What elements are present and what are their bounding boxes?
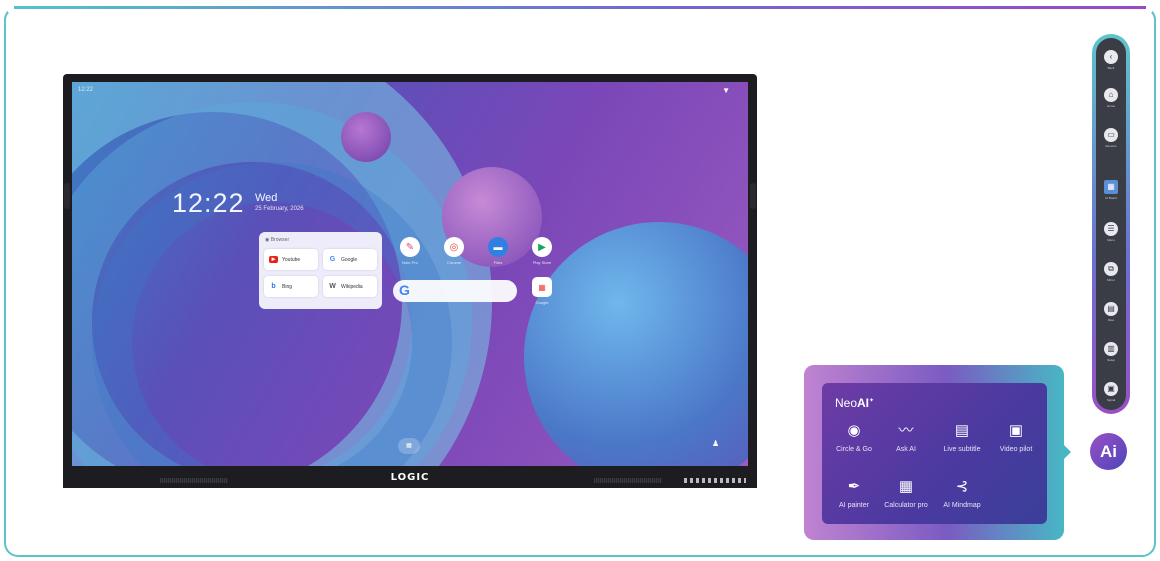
- setup-icon: ▥: [1104, 342, 1118, 356]
- toolbar-menu[interactable]: ☰ Menu: [1099, 222, 1123, 242]
- app-label: Chrome: [446, 260, 462, 265]
- neoai-title: NeoAI✦: [835, 396, 875, 410]
- toolbar-mirror[interactable]: ⧉ Mirror: [1099, 262, 1123, 282]
- app-label: Files: [493, 260, 503, 265]
- tool-ai-painter[interactable]: ✒ AI painter: [824, 478, 884, 509]
- app-label: Note Pro: [402, 260, 418, 265]
- files-icon: ▤: [1104, 302, 1118, 316]
- monitor-logo: LOGIC: [390, 472, 430, 483]
- home-icon: ⌂: [1104, 88, 1118, 102]
- status-time: 12:22: [78, 87, 94, 93]
- clock-widget: 12:22: [172, 188, 245, 218]
- browser-link-wikipedia[interactable]: W Wikipedia: [323, 276, 377, 297]
- browser-widget-title: ◉ Browser: [265, 237, 290, 243]
- front-ports: [684, 478, 746, 483]
- browser-widget[interactable]: ◉ Browser ▸ Youtube G Google b Bing W Wi…: [259, 232, 382, 309]
- tool-circle-go[interactable]: ◉ Circle & Go: [824, 422, 884, 453]
- chrome-icon[interactable]: ◎: [444, 237, 464, 257]
- brush-icon: ✒: [847, 478, 861, 495]
- user-icon[interactable]: ♟: [712, 439, 719, 448]
- wifi-icon: ▼: [722, 86, 730, 95]
- bing-icon: b: [271, 283, 276, 290]
- toolbar-back[interactable]: ‹ Back: [1099, 50, 1123, 70]
- left-edge-tab[interactable]: [64, 183, 70, 209]
- toolbar-home[interactable]: ⌂ Home: [1099, 88, 1123, 108]
- tool-video-pilot[interactable]: ▣ Video pilot: [986, 422, 1046, 453]
- tool-calculator-pro[interactable]: ▦ Calculator pro: [876, 478, 936, 509]
- apps-drawer-button[interactable]: ▦: [398, 438, 420, 454]
- recents-icon: ▭: [1104, 128, 1118, 142]
- ai-assistant-button[interactable]: Ai: [1090, 433, 1127, 470]
- display-screen: 12:22 ▼ 12:22 Wed 25 February, 2026 ◉ Br…: [72, 82, 748, 466]
- google-icon: G: [329, 256, 336, 263]
- toolbar-signal[interactable]: ▣ Signal: [1099, 382, 1123, 402]
- video-pilot-icon: ▣: [1008, 422, 1024, 439]
- subtitle-icon: ▤: [954, 422, 970, 439]
- menu-icon: ☰: [1104, 222, 1118, 236]
- wikipedia-icon: W: [329, 283, 336, 290]
- back-icon: ‹: [1104, 50, 1118, 64]
- calculator-icon: ▦: [898, 478, 914, 495]
- tool-ai-mindmap[interactable]: ⊰ AI Mindmap: [932, 478, 992, 509]
- toolbar-files[interactable]: ▤ Files: [1099, 302, 1123, 322]
- frame-top-accent: [14, 6, 1146, 9]
- toolbar-board[interactable]: ▦ AI Board: [1099, 180, 1123, 200]
- google-search-bar[interactable]: G: [393, 280, 517, 302]
- play-icon[interactable]: ▶: [532, 237, 552, 257]
- browser-link-youtube[interactable]: ▸ Youtube: [264, 249, 318, 270]
- right-edge-tab[interactable]: [750, 183, 756, 209]
- toolbar-recents[interactable]: ▭ Recents: [1099, 128, 1123, 148]
- speaker-grill: [160, 478, 228, 483]
- google-icon: G: [399, 282, 410, 298]
- signal-icon: ▣: [1104, 382, 1118, 396]
- browser-link-google[interactable]: G Google: [323, 249, 377, 270]
- clock-date: 25 February, 2026: [255, 206, 304, 212]
- tool-live-subtitle[interactable]: ▤ Live subtitle: [932, 422, 992, 453]
- pen-icon[interactable]: ✎: [400, 237, 420, 257]
- ask-ai-icon: 〰: [898, 422, 914, 439]
- circle-go-icon: ◉: [847, 422, 861, 439]
- wallpaper-orb: [524, 222, 748, 466]
- tool-ask-ai[interactable]: 〰 Ask AI: [876, 422, 936, 453]
- browser-link-bing[interactable]: b Bing: [264, 276, 318, 297]
- speaker-grill: [594, 478, 662, 483]
- toolbar-setup[interactable]: ▥ Setup: [1099, 342, 1123, 362]
- mindmap-icon: ⊰: [955, 478, 969, 495]
- app-label: Google: [535, 300, 549, 305]
- google-folder-icon[interactable]: ▦: [532, 277, 552, 297]
- board-icon: ▦: [1104, 180, 1118, 194]
- youtube-icon: ▸: [269, 256, 278, 263]
- app-label: Play Store: [532, 260, 552, 265]
- mirror-icon: ⧉: [1104, 262, 1118, 276]
- clock-day: Wed: [255, 192, 278, 204]
- folder-icon[interactable]: ▬: [488, 237, 508, 257]
- panel-pointer: [1062, 443, 1071, 461]
- wallpaper-orb: [341, 112, 391, 162]
